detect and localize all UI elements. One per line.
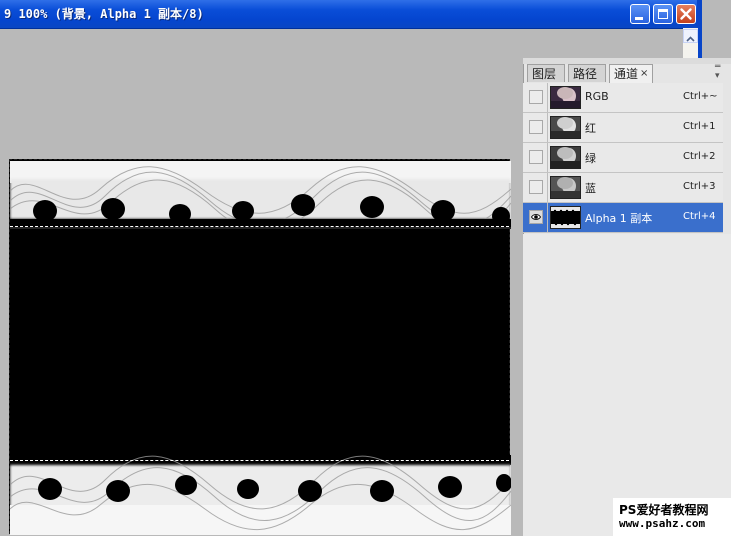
channel-shortcut: Ctrl+3	[683, 181, 716, 192]
tab-close-icon[interactable]: ×	[640, 65, 648, 83]
eye-icon	[531, 214, 541, 220]
channel-thumbnail	[550, 206, 581, 229]
visibility-toggle[interactable]	[529, 150, 543, 164]
maximize-icon	[658, 9, 668, 19]
grayscale-thumbnail-icon	[551, 147, 580, 168]
tab-layers[interactable]: 图层	[527, 64, 565, 82]
tab-channels[interactable]: 通道 ×	[609, 64, 653, 83]
row-divider	[547, 143, 548, 172]
channel-shortcut: Ctrl+4	[683, 211, 716, 222]
channel-row-green[interactable]: 绿 Ctrl+2	[523, 143, 723, 173]
visibility-toggle[interactable]	[529, 210, 543, 224]
visibility-toggle[interactable]	[529, 180, 543, 194]
visibility-toggle[interactable]	[529, 120, 543, 134]
visibility-toggle[interactable]	[529, 90, 543, 104]
document-canvas[interactable]	[9, 159, 511, 535]
scroll-up-button[interactable]	[683, 29, 698, 43]
watermark-site-name: PS爱好者教程网	[619, 503, 709, 517]
row-divider	[547, 83, 548, 112]
channels-list-empty-area	[523, 234, 731, 536]
maximize-button[interactable]	[653, 4, 673, 24]
channel-name: 蓝	[585, 182, 596, 195]
channel-thumbnail	[550, 116, 581, 139]
channel-shortcut: Ctrl+2	[683, 151, 716, 162]
panel-menu-icon[interactable]: ═ ▾	[715, 63, 720, 81]
selection-marquee-top	[10, 226, 509, 227]
channel-name: Alpha 1 副本	[585, 212, 653, 225]
portrait-thumbnail-icon	[551, 87, 580, 108]
minimize-button[interactable]	[630, 4, 650, 24]
row-divider	[547, 173, 548, 202]
tab-channels-label: 通道	[614, 67, 639, 81]
alpha-mask-thumbnail-icon	[551, 207, 580, 228]
channel-shortcut: Ctrl+~	[683, 91, 718, 102]
close-button[interactable]	[676, 4, 696, 24]
chevron-up-icon	[686, 36, 695, 42]
channel-thumbnail	[550, 176, 581, 199]
channel-name: RGB	[585, 90, 609, 103]
channel-thumbnail	[550, 146, 581, 169]
grayscale-thumbnail-icon	[551, 177, 580, 198]
row-divider	[547, 113, 548, 142]
watermark-url: www.psahz.com	[619, 517, 706, 530]
channel-name: 绿	[585, 152, 596, 165]
channel-row-alpha-1-copy[interactable]: Alpha 1 副本 Ctrl+4	[523, 203, 723, 233]
channel-name: 红	[585, 122, 596, 135]
alpha-mask-bottom-band	[10, 455, 511, 535]
row-divider	[547, 203, 548, 232]
channel-shortcut: Ctrl+1	[683, 121, 716, 132]
site-watermark: PS爱好者教程网 www.psahz.com	[613, 498, 731, 536]
selection-marquee-bottom	[10, 460, 509, 461]
channel-row-blue[interactable]: 蓝 Ctrl+3	[523, 173, 723, 203]
channel-row-rgb[interactable]: RGB Ctrl+~	[523, 83, 723, 113]
tab-paths[interactable]: 路径	[568, 64, 606, 82]
channel-thumbnail	[550, 86, 581, 109]
close-icon	[680, 8, 692, 20]
document-title: 9 100% (背景, Alpha 1 副本/8)	[4, 7, 204, 21]
alpha-mask-top-band	[10, 161, 511, 229]
channel-row-red[interactable]: 红 Ctrl+1	[523, 113, 723, 143]
title-bar[interactable]: 9 100% (背景, Alpha 1 副本/8)	[0, 0, 701, 29]
minimize-icon	[635, 17, 643, 20]
grayscale-thumbnail-icon	[551, 117, 580, 138]
